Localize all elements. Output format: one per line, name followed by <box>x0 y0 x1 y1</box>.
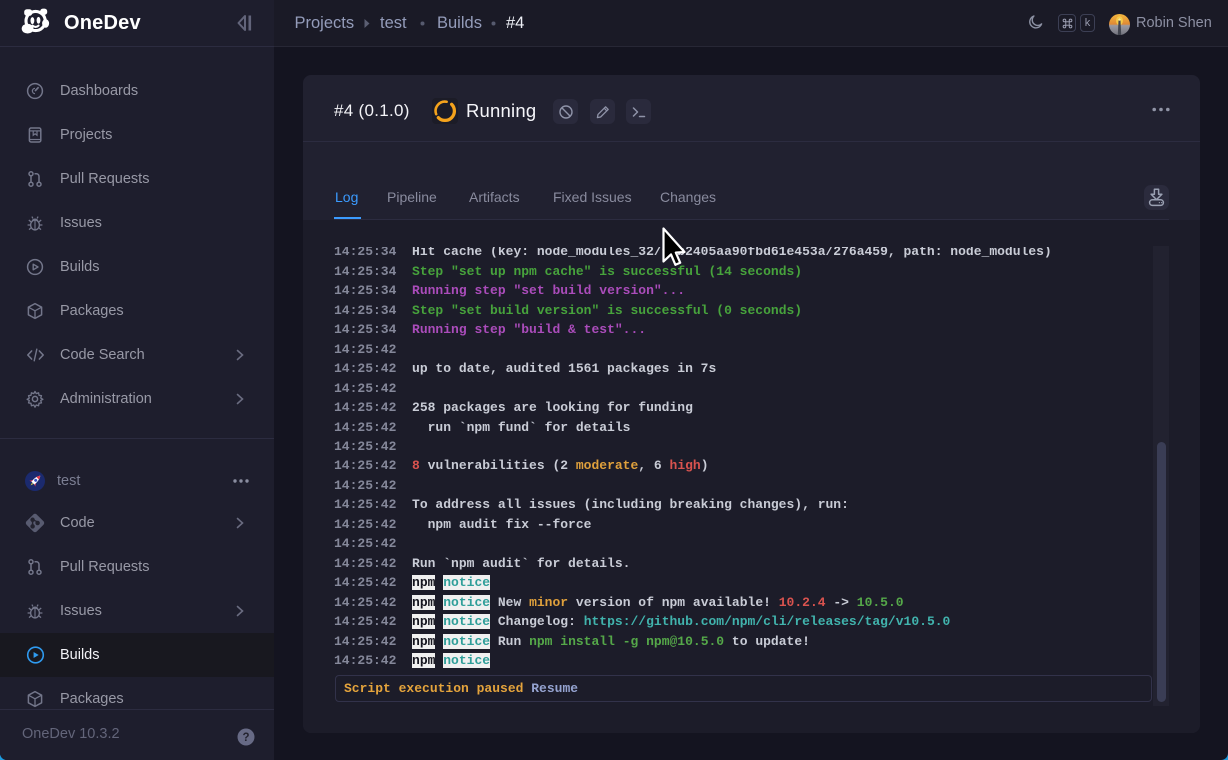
svg-text:?: ? <box>242 732 249 744</box>
